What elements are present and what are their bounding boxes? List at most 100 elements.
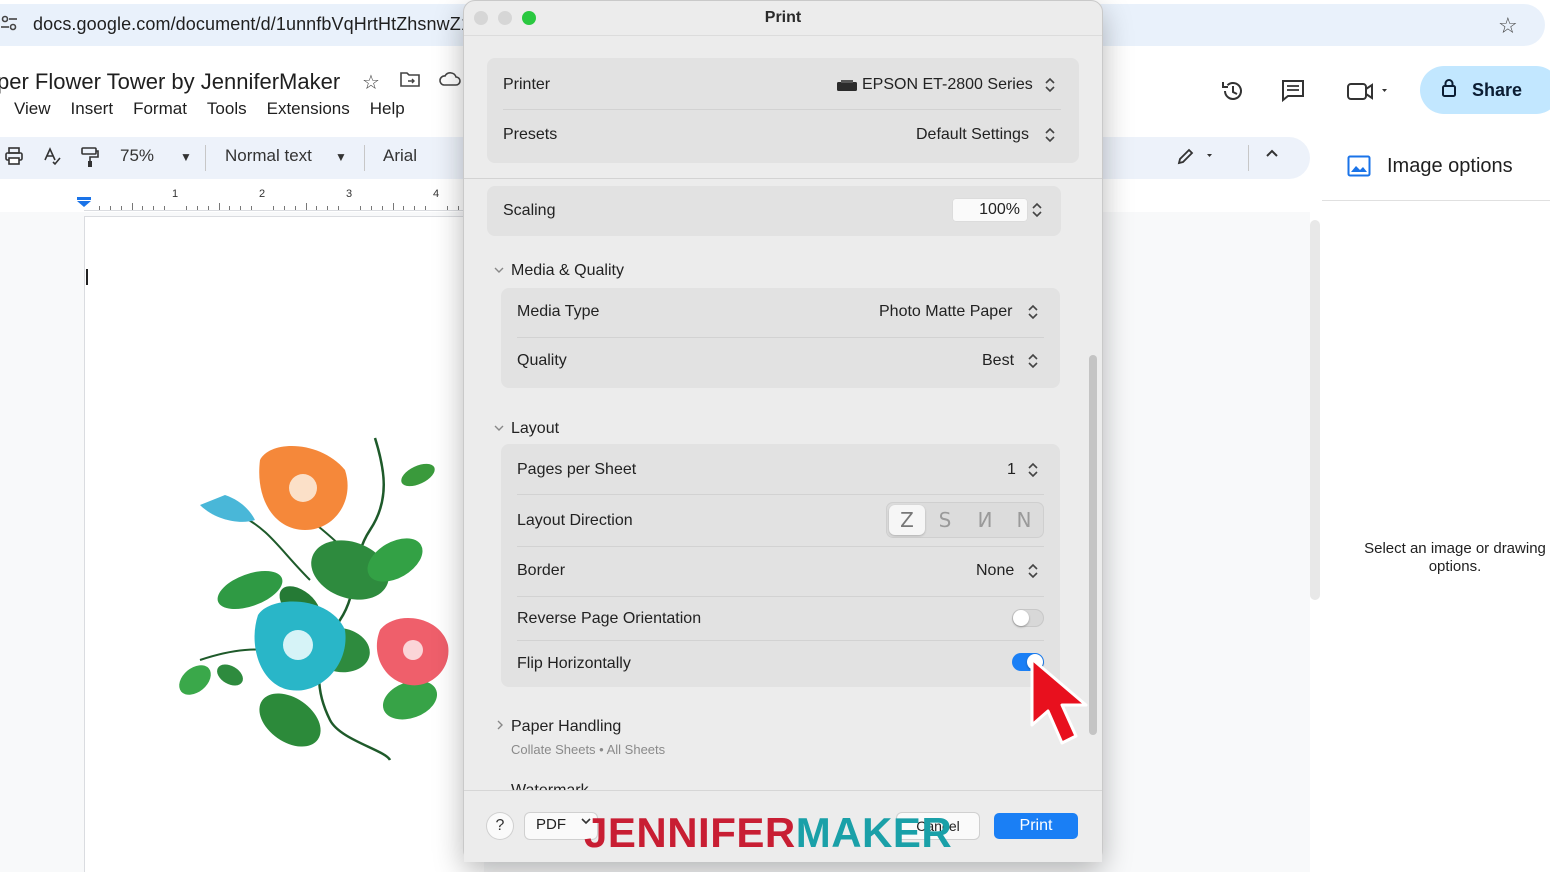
quality-updown-icon[interactable] [1027,352,1039,370]
printer-label: Printer [503,76,551,93]
help-button[interactable]: ? [487,813,513,839]
chevron-right-icon[interactable] [496,720,504,733]
media-type-label: Media Type [517,303,600,320]
pages-per-sheet-updown-icon[interactable] [1027,461,1039,479]
docs-menu-bar: View Insert Format Tools Extensions Help [14,99,425,119]
layout-direction-label: Layout Direction [517,512,633,529]
cloud-saved-icon[interactable] [438,70,462,94]
bookmark-star-icon[interactable]: ☆ [1498,13,1518,39]
share-label: Share [1472,80,1523,100]
brand-watermark-part1: JENNIFER [584,809,796,856]
document-scrollbar[interactable] [1310,220,1320,600]
chevron-down-icon[interactable] [494,423,504,435]
menu-extensions[interactable]: Extensions [267,99,350,119]
zoom-dropdown-icon[interactable]: ▼ [180,150,192,164]
document-title[interactable]: per Flower Tower by JenniferMaker [0,69,340,95]
ruler-number: 4 [433,188,440,200]
row-divider [517,546,1044,547]
reverse-page-orientation-label: Reverse Page Orientation [517,610,702,627]
menu-format[interactable]: Format [133,99,187,119]
layout-direction-s-option[interactable]: S [927,505,963,535]
ruler-tick [305,203,307,210]
titlebar-divider [464,35,1102,36]
scaling-stepper-icon[interactable] [1031,201,1043,219]
image-options-panel [1322,140,1550,872]
border-updown-icon[interactable] [1027,562,1039,580]
flower-illustration[interactable] [170,430,470,770]
ruler-tick [218,203,220,210]
style-dropdown-icon[interactable]: ▼ [335,150,347,164]
presets-updown-icon[interactable] [1044,126,1056,144]
layout-direction-n-option[interactable]: N [1006,505,1042,535]
ruler-number: 3 [346,188,353,200]
lock-icon [1441,78,1457,103]
printer-select[interactable]: EPSON ET-2800 Series [862,76,1033,94]
meet-camera-icon[interactable] [1346,78,1390,111]
section-divider [464,178,1102,179]
indent-marker-icon[interactable] [77,194,91,207]
toolbar-divider [1248,145,1249,171]
red-arrow-pointer-icon [1030,657,1088,745]
print-dialog-title: Print [764,9,802,26]
ruler-number: 1 [172,188,179,200]
paper-handling-section-title[interactable]: Paper Handling [511,718,621,736]
scaling-value[interactable]: 100% [952,201,1020,219]
printer-icon [837,79,857,91]
layout-direction-reverse-n-option[interactable]: N [967,505,1003,535]
menu-insert[interactable]: Insert [71,99,114,119]
media-type-updown-icon[interactable] [1027,303,1039,321]
printer-presets-group [487,58,1079,163]
panel-divider [1322,200,1550,201]
scaling-label: Scaling [503,202,556,219]
brand-watermark: JENNIFERMAKER [584,809,952,857]
pages-per-sheet-label: Pages per Sheet [517,461,637,478]
version-history-icon[interactable] [1220,78,1246,111]
row-divider [503,109,1061,110]
font-select[interactable]: Arial [383,146,417,166]
collapse-menus-icon[interactable] [1264,146,1280,167]
brand-watermark-part2: MAKER [795,809,953,856]
image-options-title: Image options [1387,155,1513,177]
move-folder-icon[interactable] [400,70,420,94]
layout-section-title[interactable]: Layout [511,420,559,438]
quality-label: Quality [517,352,567,369]
flip-horizontally-label: Flip Horizontally [517,655,631,672]
ruler-tick [131,203,133,210]
zoom-select[interactable]: 75% [120,146,154,166]
presets-select[interactable]: Default Settings [916,126,1029,144]
text-cursor [86,269,88,285]
paint-format-icon[interactable] [80,146,100,173]
media-type-select[interactable]: Photo Matte Paper [879,303,1012,321]
paragraph-style-select[interactable]: Normal text [225,146,312,166]
comments-icon[interactable] [1280,78,1306,111]
layout-direction-z-option[interactable]: Z [889,505,925,535]
pdf-label: PDF [536,816,566,833]
row-divider [517,596,1044,597]
chevron-down-icon[interactable] [494,265,504,277]
menu-tools[interactable]: Tools [207,99,247,119]
quality-select[interactable]: Best [982,352,1014,370]
tune-icon[interactable] [0,14,18,36]
row-divider [517,337,1044,338]
toolbar-divider [205,145,206,171]
menu-view[interactable]: View [14,99,51,119]
star-icon[interactable]: ☆ [362,70,380,95]
row-divider [517,494,1044,495]
menu-help[interactable]: Help [370,99,405,119]
image-options-message: Select an image or drawing options. [1364,540,1546,575]
url-text[interactable]: docs.google.com/document/d/1unnfbVqHrtHt… [33,14,471,35]
spelling-check-icon[interactable] [42,146,62,171]
ruler-baseline [84,210,464,211]
media-quality-section-title[interactable]: Media & Quality [511,262,624,280]
border-label: Border [517,562,566,579]
print-icon[interactable] [4,146,24,171]
image-icon [1347,155,1371,177]
printer-updown-icon[interactable] [1044,76,1056,94]
toolbar-divider [364,145,365,171]
paper-handling-summary: Collate Sheets • All Sheets [511,742,666,757]
print-button[interactable]: Print [994,813,1078,839]
reverse-page-orientation-toggle[interactable] [1012,609,1044,627]
editing-mode-pencil-icon[interactable] [1176,146,1216,171]
border-select[interactable]: None [976,562,1014,580]
pages-per-sheet-select[interactable]: 1 [1007,461,1016,479]
